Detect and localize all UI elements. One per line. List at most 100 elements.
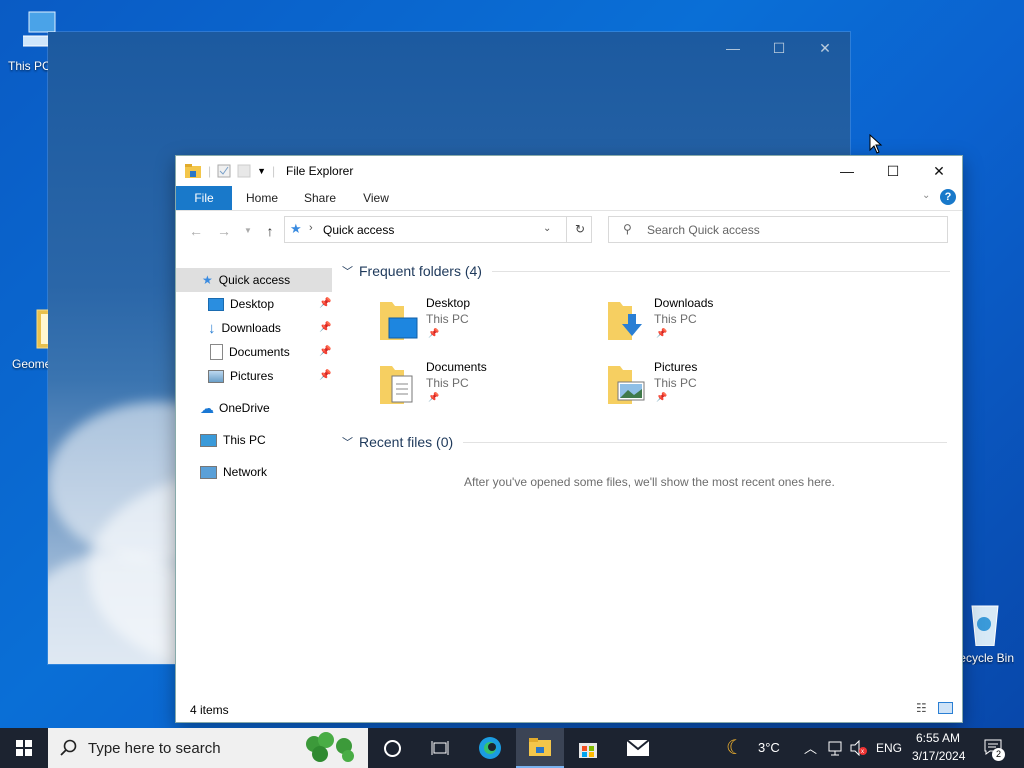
navigation-pane: ★ Quick access Desktop 📌 ↓ Downloads 📌 D…	[176, 268, 334, 688]
volume-muted-icon[interactable]: x	[850, 740, 868, 756]
clock-date[interactable]: 3/17/2024	[912, 749, 965, 763]
edge-icon	[479, 737, 501, 759]
weather-temperature[interactable]: 3°C	[758, 740, 780, 755]
pin-icon: 📌	[319, 346, 332, 357]
tab-share[interactable]: Share	[298, 186, 342, 210]
task-view-button[interactable]	[416, 728, 464, 768]
folder-name: Desktop	[426, 296, 471, 310]
empty-recent-message: After you've opened some files, we'll sh…	[464, 475, 835, 489]
customize-toolbar-dropdown-icon[interactable]: ▼	[257, 166, 266, 176]
search-box[interactable]: ⚲ Search Quick access	[608, 216, 948, 243]
minimize-button[interactable]: —	[824, 156, 870, 186]
properties-icon[interactable]	[217, 164, 231, 178]
file-explorer-window[interactable]: | ▼ | File Explorer — ☐ ✕ File Home Shar…	[175, 155, 963, 723]
refresh-button[interactable]: ↻	[566, 217, 593, 242]
folder-tile-documents[interactable]: Documents This PC 📌	[378, 360, 578, 412]
action-center-button[interactable]: 2	[976, 728, 1024, 768]
details-view-icon[interactable]: ☷	[916, 701, 927, 715]
task-view-icon	[431, 741, 449, 755]
pin-icon: 📌	[428, 328, 440, 338]
search-icon: ⚲	[623, 222, 632, 236]
taskbar-search-box[interactable]: Type here to search	[48, 728, 368, 768]
close-button[interactable]: ✕	[916, 156, 962, 186]
microsoft-store-button[interactable]	[564, 728, 612, 768]
group-title: Frequent folders (4)	[359, 263, 482, 279]
file-explorer-taskbar-button[interactable]	[516, 728, 564, 768]
title-bar[interactable]: | ▼ | File Explorer — ☐ ✕	[176, 156, 962, 186]
start-button[interactable]	[0, 728, 48, 768]
svg-text:x: x	[861, 749, 864, 755]
cloud-icon: ☁	[200, 399, 214, 416]
computer-icon	[200, 433, 217, 447]
large-icons-view-icon[interactable]	[938, 702, 953, 714]
cortana-circle-icon	[383, 739, 401, 757]
folder-name: Documents	[426, 360, 487, 374]
sidebar-item-quick-access[interactable]: ★ Quick access	[176, 268, 332, 292]
expand-ribbon-icon[interactable]: ⌄	[922, 190, 930, 201]
mail-envelope-icon	[626, 739, 650, 756]
edge-button[interactable]	[466, 728, 514, 768]
tab-file[interactable]: File	[176, 186, 232, 210]
folder-name: Downloads	[654, 296, 714, 310]
file-explorer-icon	[185, 164, 201, 178]
folder-tile-desktop[interactable]: Desktop This PC 📌	[378, 296, 578, 348]
sidebar-item-documents[interactable]: Documents 📌	[176, 340, 332, 364]
folder-tile-pictures[interactable]: Pictures This PC 📌	[606, 360, 806, 412]
new-folder-icon[interactable]	[237, 164, 251, 178]
desktop-icon-label: This PC	[8, 59, 48, 73]
sidebar-item-label: Documents	[229, 345, 290, 359]
store-bag-icon	[579, 743, 597, 758]
sidebar-item-downloads[interactable]: ↓ Downloads 📌	[176, 316, 332, 340]
clover-icon	[306, 732, 354, 762]
address-bar[interactable]: ★ › Quick access ⌄ ↻	[284, 216, 592, 243]
address-dropdown-icon[interactable]: ⌄	[543, 223, 551, 234]
clock-time[interactable]: 6:55 AM	[916, 731, 960, 745]
pin-icon: 📌	[656, 328, 668, 338]
pin-icon: 📌	[319, 322, 332, 333]
weather-moon-icon[interactable]: ☾	[726, 735, 744, 760]
search-icon	[60, 739, 77, 756]
maximize-button[interactable]: ☐	[764, 40, 794, 57]
language-indicator[interactable]: ENG	[876, 741, 902, 755]
folder-documents-icon	[380, 366, 413, 404]
sidebar-item-this-pc[interactable]: This PC	[176, 428, 332, 452]
minimize-button[interactable]: —	[718, 40, 748, 56]
tab-view[interactable]: View	[354, 186, 398, 210]
frequent-folders-header[interactable]: ﹀ Frequent folders (4)	[342, 263, 950, 279]
folder-name: Pictures	[654, 360, 698, 374]
close-button[interactable]: ✕	[810, 40, 840, 57]
quick-access-toolbar: | ▼ |	[184, 163, 275, 179]
sidebar-item-desktop[interactable]: Desktop 📌	[176, 292, 332, 316]
group-title: Recent files (0)	[359, 434, 454, 450]
folder-tile-downloads[interactable]: Downloads This PC 📌	[606, 296, 806, 348]
separator: |	[208, 164, 212, 178]
notification-count-badge: 2	[992, 748, 1005, 761]
network-icon	[200, 465, 217, 479]
status-bar: 4 items ☷	[176, 696, 962, 722]
navigation-bar: ← → ▼ ↑ ★ › Quick access ⌄ ↻ ⚲ Search Qu…	[176, 211, 962, 251]
folder-desktop-icon	[380, 302, 418, 340]
network-icon[interactable]	[826, 740, 844, 756]
pin-icon: 📌	[319, 370, 332, 381]
cortana-button[interactable]	[368, 728, 416, 768]
pictures-icon	[208, 369, 224, 383]
desktop-icon	[208, 297, 224, 311]
up-button[interactable]: ↑	[260, 221, 280, 241]
back-button[interactable]: ←	[186, 221, 206, 241]
address-text: Quick access	[323, 223, 395, 237]
download-arrow-icon: ↓	[208, 319, 216, 337]
sidebar-item-network[interactable]: Network	[176, 460, 332, 484]
recent-locations-dropdown[interactable]: ▼	[238, 221, 258, 241]
forward-button[interactable]: →	[214, 221, 234, 241]
mail-button[interactable]	[614, 728, 662, 768]
sidebar-item-onedrive[interactable]: ☁ OneDrive	[176, 396, 332, 420]
content-pane: ﹀ Frequent folders (4) Desktop This PC 📌…	[334, 256, 960, 696]
show-hidden-icons-chevron-icon[interactable]: ︿	[804, 738, 817, 757]
file-explorer-icon	[529, 738, 551, 756]
tab-home[interactable]: Home	[240, 186, 284, 210]
sidebar-item-pictures[interactable]: Pictures 📌	[176, 364, 332, 388]
pin-icon: 📌	[428, 392, 440, 402]
help-icon[interactable]: ?	[940, 189, 956, 205]
maximize-button[interactable]: ☐	[870, 156, 916, 186]
recent-files-header[interactable]: ﹀ Recent files (0)	[342, 434, 948, 450]
